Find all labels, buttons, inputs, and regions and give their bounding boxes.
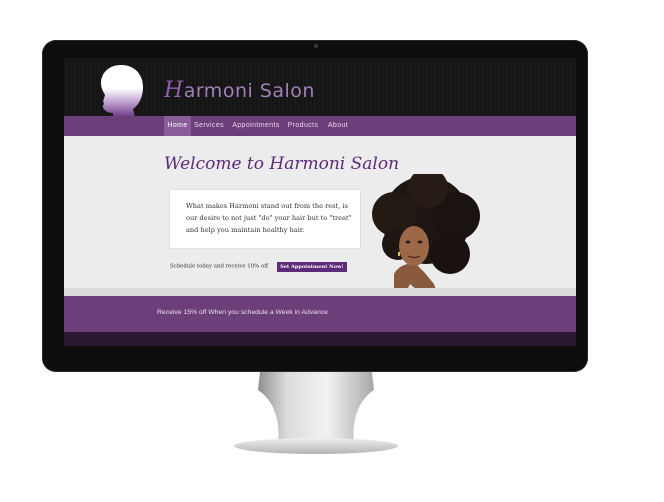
woman-portrait-image	[372, 174, 480, 296]
nav-item-home[interactable]: Home	[164, 116, 191, 136]
site-title-initial: H	[164, 78, 184, 103]
quote-box: What makes Harmoni stand out from the re…	[170, 190, 360, 248]
site-title-rest: armoni Salon	[183, 80, 315, 102]
section-divider	[64, 288, 576, 296]
site-header: Harmoni Salon	[64, 58, 576, 117]
monitor-stand-neck	[258, 372, 374, 442]
nav-item-about[interactable]: About	[324, 116, 352, 136]
site-footer	[64, 332, 576, 346]
nav-item-products[interactable]: Products	[286, 116, 320, 136]
welcome-heading: Welcome to Harmoni Salon	[164, 154, 400, 174]
browser-screen: Harmoni Salon Home Services Appointments…	[64, 58, 576, 346]
nav-item-services[interactable]: Services	[192, 116, 226, 136]
quote-text: What makes Harmoni stand out from the re…	[186, 202, 352, 234]
hero-section: Welcome to Harmoni Salon What makes Harm…	[64, 136, 576, 296]
site-title[interactable]: Harmoni Salon	[164, 78, 315, 103]
promo-text: Receive 15% off When you schedule a Week…	[157, 309, 328, 316]
schedule-text: Schedule today and receive 10% off	[170, 263, 269, 270]
webcam-dot	[314, 44, 318, 48]
set-appointment-button[interactable]: Set Appointment Now!	[277, 261, 347, 272]
main-navigation: Home Services Appointments Products Abou…	[64, 116, 576, 136]
nav-item-appointments[interactable]: Appointments	[230, 116, 282, 136]
promo-banner: Receive 15% off When you schedule a Week…	[64, 296, 576, 332]
afro-silhouette-logo-icon	[97, 65, 143, 117]
schedule-row: Schedule today and receive 10% off Set A…	[170, 256, 347, 272]
monitor-stand-base	[234, 438, 398, 454]
